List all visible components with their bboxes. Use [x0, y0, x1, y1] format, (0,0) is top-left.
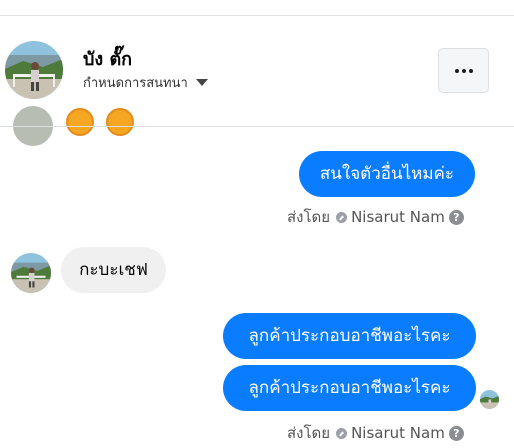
- header-divider: [0, 126, 514, 127]
- sent-by-label: ส่งโดย: [287, 208, 331, 226]
- sender-name[interactable]: Nisarut Nam: [351, 424, 445, 442]
- message-bubble-outgoing[interactable]: ลูกค้าประกอบอาชีพอะไรคะ: [223, 313, 476, 359]
- help-icon[interactable]: ?: [448, 425, 464, 441]
- caret-down-icon: [195, 79, 208, 86]
- sent-by-info: ส่งโดย Nisarut Nam ?: [287, 421, 464, 445]
- page-admin-icon: [336, 427, 348, 439]
- reaction-emoji: [106, 108, 134, 136]
- conversation-settings-dropdown[interactable]: กำหนดการสนทนา: [83, 72, 208, 93]
- message-bubble-incoming[interactable]: กะบะเชฟ: [61, 247, 166, 293]
- sent-by-info: ส่งโดย Nisarut Nam ?: [287, 205, 464, 229]
- message-bubble-outgoing[interactable]: สนใจตัวอื่นไหมค่ะ: [299, 151, 475, 197]
- help-icon[interactable]: ?: [448, 209, 464, 225]
- message-bubble-outgoing[interactable]: ลูกค้าประกอบอาชีพอะไรคะ: [223, 365, 476, 411]
- reaction-emoji: [66, 108, 94, 136]
- contact-name[interactable]: บัง ตั๊ก: [83, 44, 132, 73]
- more-options-icon: [454, 68, 473, 73]
- contact-avatar-small[interactable]: [11, 253, 51, 293]
- sent-by-label: ส่งโดย: [287, 424, 331, 442]
- seen-avatar-icon: [480, 390, 499, 409]
- contact-avatar[interactable]: [5, 41, 63, 99]
- sender-name[interactable]: Nisarut Nam: [351, 208, 445, 226]
- more-options-button[interactable]: [438, 48, 489, 93]
- conversation-settings-label: กำหนดการสนทนา: [83, 76, 188, 91]
- page-admin-icon: [336, 211, 348, 223]
